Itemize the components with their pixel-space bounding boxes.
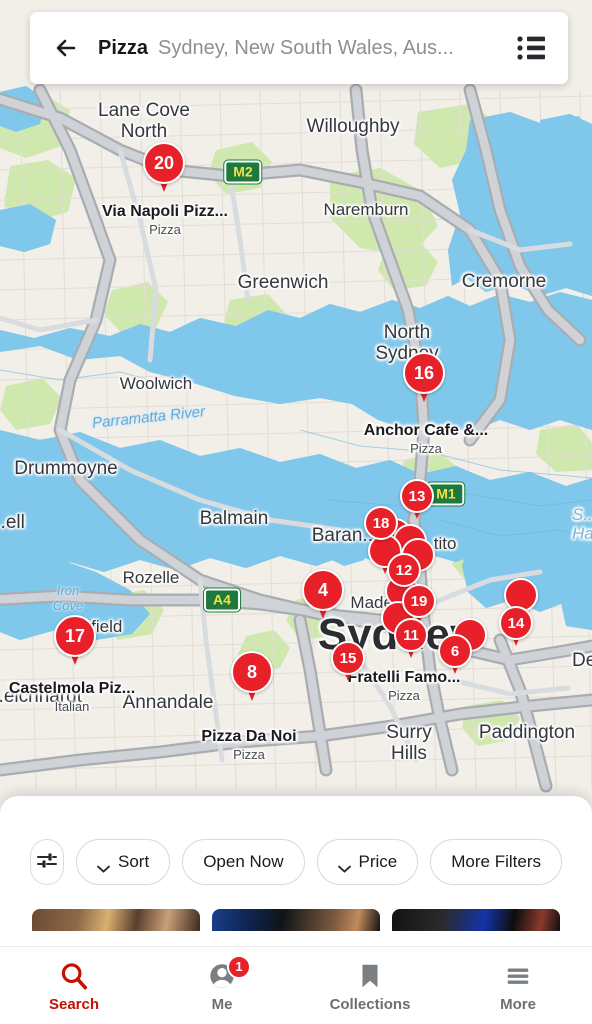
map-pin-number: 8	[231, 651, 273, 693]
tab-more-label: More	[500, 995, 536, 1013]
sliders-icon	[36, 850, 58, 875]
tab-me[interactable]: 1 Me	[148, 947, 296, 1024]
chevron-down-icon	[337, 858, 351, 873]
map-pin-number: 11	[394, 618, 428, 652]
map-pin[interactable]: 13	[400, 479, 434, 523]
open-now-filter-button[interactable]: Open Now	[182, 839, 305, 885]
sort-filter-label: Sort	[118, 852, 150, 871]
all-filters-button[interactable]	[30, 839, 65, 885]
business-card-photo[interactable]	[32, 909, 200, 931]
back-arrow-icon[interactable]	[52, 33, 82, 63]
tab-more[interactable]: More	[444, 947, 592, 1024]
filter-bar: Sort Open Now Price More Filters	[0, 836, 592, 888]
map-pin[interactable]: 8	[231, 651, 273, 705]
map-pin[interactable]: 20	[143, 142, 185, 196]
price-filter-button[interactable]: Price	[316, 839, 419, 885]
tab-search[interactable]: Search	[0, 947, 148, 1024]
map-pin-number: 17	[54, 615, 96, 657]
tab-me-label: Me	[211, 995, 233, 1013]
map-pin-number: 18	[364, 506, 398, 540]
map-pin[interactable]: 17	[54, 615, 96, 669]
map-pin-number: 4	[302, 569, 344, 611]
list-view-icon[interactable]	[516, 35, 546, 61]
map-pin[interactable]: 11	[394, 618, 428, 662]
map-pin[interactable]: 14	[499, 606, 533, 650]
search-location-text: Sydney, New South Wales, Aus...	[158, 36, 454, 59]
bookmark-icon	[355, 959, 385, 991]
map-pin[interactable]: 4	[302, 569, 344, 623]
price-filter-label: Price	[358, 852, 398, 871]
highway-shield-m2: M2	[224, 160, 262, 184]
tab-collections[interactable]: Collections	[296, 947, 444, 1024]
business-card-photo[interactable]	[392, 909, 560, 931]
search-icon	[59, 959, 89, 991]
map-pin-number: 15	[331, 641, 365, 675]
tab-search-label: Search	[48, 995, 100, 1013]
more-filters-button[interactable]: More Filters	[430, 839, 562, 885]
search-query-area[interactable]: Pizza Sydney, New South Wales, Aus...	[98, 37, 500, 60]
business-card-photo[interactable]	[212, 909, 380, 931]
bottom-tab-bar: Search 1 Me Collections More	[0, 946, 592, 1024]
open-now-filter-label: Open Now	[203, 852, 284, 871]
search-header-bar: Pizza Sydney, New South Wales, Aus...	[30, 12, 568, 84]
map-pin-number: 13	[400, 479, 434, 513]
map-pin-number: 6	[438, 634, 472, 668]
map-pin-number: 14	[499, 606, 533, 640]
highway-shield-a4: A4	[204, 588, 240, 612]
map-pin[interactable]: 6	[438, 634, 472, 678]
avatar-icon: 1	[207, 954, 251, 991]
map-pin-number: 16	[403, 352, 445, 394]
map-pin-number: 19	[402, 584, 436, 618]
chevron-down-icon	[97, 858, 110, 873]
more-filters-label: More Filters	[451, 852, 541, 871]
search-term-text: Pizza	[98, 36, 149, 59]
map-pin[interactable]: 18	[364, 506, 398, 550]
business-card-carousel[interactable]	[0, 909, 592, 931]
me-badge-count: 1	[227, 954, 251, 979]
map-pin[interactable]: 15	[331, 641, 365, 685]
map-pin-number: 20	[143, 142, 185, 184]
sort-filter-button[interactable]: Sort	[76, 839, 171, 885]
map-pin-number: 12	[387, 553, 421, 587]
map-pin[interactable]: 16	[403, 352, 445, 406]
hamburger-icon	[503, 959, 533, 991]
tab-collections-label: Collections	[329, 995, 411, 1013]
